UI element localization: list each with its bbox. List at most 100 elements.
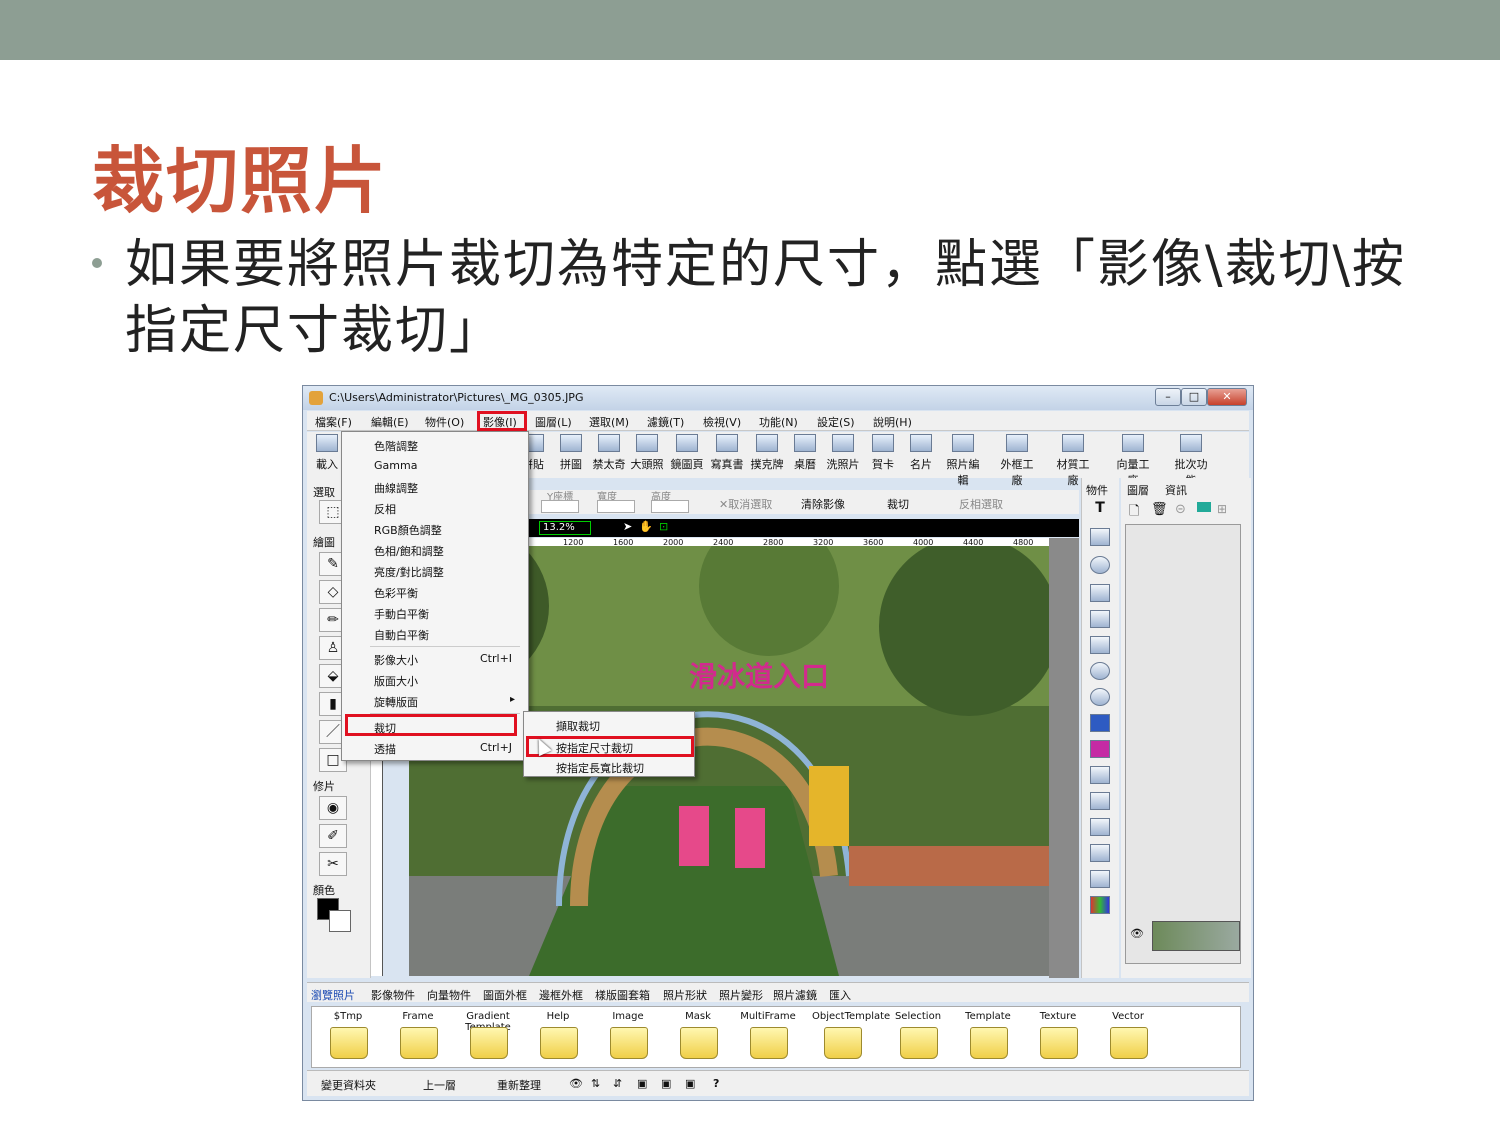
y-coord-field[interactable] xyxy=(541,500,579,513)
menu-function[interactable]: 功能(N) xyxy=(759,414,798,430)
tool-pagelayout[interactable]: 鏡圖頁 xyxy=(667,434,707,476)
menu-item-levels[interactable]: 色階調整 xyxy=(374,438,418,454)
clock-icon[interactable] xyxy=(1090,688,1110,706)
menu-item-rotate[interactable]: 旋轉版面 xyxy=(374,694,418,710)
cancel-selection-button[interactable]: ✕取消選取 xyxy=(719,496,772,512)
menu-item-canvas-size[interactable]: 版面大小 xyxy=(374,673,418,689)
width-field[interactable] xyxy=(597,500,635,513)
folder-item[interactable]: $Tmp xyxy=(318,1011,378,1065)
menu-item-manual-wb[interactable]: 手動白平衡 xyxy=(374,606,429,622)
tab-frames[interactable]: 圖面外框 xyxy=(483,987,527,1003)
tool-puzzle[interactable]: 拼圖 xyxy=(551,434,591,476)
submenu-item-ratio-crop[interactable]: 按指定長寬比裁切 xyxy=(556,760,644,776)
tool-batch[interactable]: 批次功能 xyxy=(1171,434,1211,487)
exif-icon[interactable] xyxy=(1090,714,1110,732)
menu-item-rgb[interactable]: RGB顏色調整 xyxy=(374,522,442,538)
menu-filter[interactable]: 濾鏡(T) xyxy=(647,414,684,430)
folder-item[interactable]: Help xyxy=(528,1011,588,1065)
tool-frame-factory[interactable]: 外框工廠 xyxy=(997,434,1037,487)
menu-item-trace[interactable]: 透描 xyxy=(374,741,396,757)
thumb-small-icon[interactable]: ▣ xyxy=(637,1077,647,1090)
tab-import[interactable]: 匯入 xyxy=(829,987,851,1003)
color-grid-icon[interactable] xyxy=(1090,896,1110,914)
tool-texture-factory[interactable]: 材質工廠 xyxy=(1053,434,1093,487)
sort-icon[interactable]: ⇅ xyxy=(591,1077,600,1090)
folder-item[interactable]: Frame xyxy=(388,1011,448,1065)
text-tool-icon[interactable]: T xyxy=(1090,500,1110,518)
arrow-shape-icon[interactable] xyxy=(1090,870,1110,888)
tab-photo-filters[interactable]: 照片濾鏡 xyxy=(773,987,817,1003)
folder-item[interactable]: Mask xyxy=(668,1011,728,1065)
tab-info[interactable]: 資訊 xyxy=(1165,482,1187,498)
background-color-swatch[interactable] xyxy=(329,910,351,932)
speech-bubble-icon[interactable] xyxy=(1090,792,1110,810)
menu-item-gamma[interactable]: Gamma xyxy=(374,459,417,472)
menu-select[interactable]: 選取(M) xyxy=(589,414,629,430)
folder-item[interactable]: Gradient Template xyxy=(458,1011,518,1065)
folder-item[interactable]: MultiFrame xyxy=(738,1011,798,1065)
abc-icon[interactable] xyxy=(1090,556,1110,574)
tool-business-card[interactable]: 名片 xyxy=(901,434,941,476)
tool-idphoto[interactable]: 大頭照 xyxy=(627,434,667,476)
maximize-button[interactable]: □ xyxy=(1181,388,1207,406)
change-folder-button[interactable]: 變更資料夾 xyxy=(321,1077,376,1093)
tool-calendar[interactable]: 桌曆 xyxy=(785,434,825,476)
hand-icon[interactable]: ✋ xyxy=(639,520,653,533)
tab-layers[interactable]: 圖層 xyxy=(1127,482,1149,498)
layer-props-icon[interactable]: ⊞ xyxy=(1217,502,1227,516)
arrow-right-icon[interactable] xyxy=(1090,844,1110,862)
submenu-item-size-crop[interactable]: 按指定尺寸裁切 xyxy=(556,740,633,756)
submenu-item-capture-crop[interactable]: 擷取裁切 xyxy=(556,718,600,734)
layers-object-icon[interactable] xyxy=(1090,636,1110,654)
height-field[interactable] xyxy=(651,500,689,513)
crop-button[interactable]: 裁切 xyxy=(887,496,909,512)
clear-image-button[interactable]: 清除影像 xyxy=(801,496,845,512)
tool-photobook[interactable]: 寫真書 xyxy=(707,434,747,476)
menu-item-invert[interactable]: 反相 xyxy=(374,501,396,517)
thumb-large-icon[interactable]: ▣ xyxy=(685,1077,695,1090)
tab-templates[interactable]: 樣版圖套箱 xyxy=(595,987,650,1003)
lock-icon[interactable]: ⊝ xyxy=(1175,502,1186,517)
refresh-button[interactable]: 重新整理 xyxy=(497,1077,541,1093)
menu-settings[interactable]: 設定(S) xyxy=(817,414,855,430)
tab-borders[interactable]: 邊框外框 xyxy=(539,987,583,1003)
tab-vector-objects[interactable]: 向量物件 xyxy=(427,987,471,1003)
calendar-object-icon[interactable] xyxy=(1090,766,1110,784)
new-layer-icon[interactable]: 🗋 xyxy=(1129,502,1139,524)
folder-item[interactable]: Template xyxy=(958,1011,1018,1065)
magnify-icon[interactable] xyxy=(1090,662,1110,680)
menu-file[interactable]: 檔案(F) xyxy=(315,414,352,430)
tool-pokercard[interactable]: 撲克牌 xyxy=(747,434,787,476)
thumb-medium-icon[interactable]: ▣ xyxy=(661,1077,671,1090)
close-button[interactable]: ✕ xyxy=(1207,388,1247,406)
menu-item-auto-wb[interactable]: 自動白平衡 xyxy=(374,627,429,643)
trash-icon[interactable]: 🗑 xyxy=(1151,502,1168,517)
stamp-object-icon[interactable] xyxy=(1090,740,1110,758)
tab-browse-photos[interactable]: 瀏覽照片 xyxy=(311,987,355,1003)
layer-color-icon[interactable] xyxy=(1197,502,1211,512)
zoom-level[interactable]: 13.2% xyxy=(539,521,591,535)
eye-icon[interactable]: 👁 xyxy=(1130,927,1144,940)
frame-object-icon[interactable] xyxy=(1090,610,1110,628)
help-button[interactable]: ? xyxy=(713,1077,719,1090)
view-icon[interactable]: 👁 xyxy=(569,1077,583,1090)
menu-item-brightness[interactable]: 亮度/對比調整 xyxy=(374,564,444,580)
tab-photo-warp[interactable]: 照片變形 xyxy=(719,987,763,1003)
tool-montage[interactable]: 禁太奇 xyxy=(589,434,629,476)
minimize-button[interactable]: – xyxy=(1155,388,1181,406)
menu-edit[interactable]: 編輯(E) xyxy=(371,414,409,430)
tool-print-photo[interactable]: 洗照片 xyxy=(823,434,863,476)
fit-icon[interactable]: ⊡ xyxy=(659,520,668,533)
text-box-icon[interactable] xyxy=(1090,528,1110,546)
folder-up-button[interactable]: 上一層 xyxy=(423,1077,456,1093)
sort-desc-icon[interactable]: ⇵ xyxy=(613,1077,622,1090)
folder-item[interactable]: Texture xyxy=(1028,1011,1088,1065)
menu-view[interactable]: 檢視(V) xyxy=(703,414,741,430)
tab-image-objects[interactable]: 影像物件 xyxy=(371,987,415,1003)
clone-tool-icon[interactable]: ✂ xyxy=(319,852,347,876)
folder-item[interactable]: Vector xyxy=(1098,1011,1158,1065)
menu-item-image-size[interactable]: 影像大小 xyxy=(374,652,418,668)
menu-item-hue-sat[interactable]: 色相/飽和調整 xyxy=(374,543,444,559)
layer-thumbnail[interactable] xyxy=(1152,921,1240,951)
tool-greeting-card[interactable]: 賀卡 xyxy=(863,434,903,476)
